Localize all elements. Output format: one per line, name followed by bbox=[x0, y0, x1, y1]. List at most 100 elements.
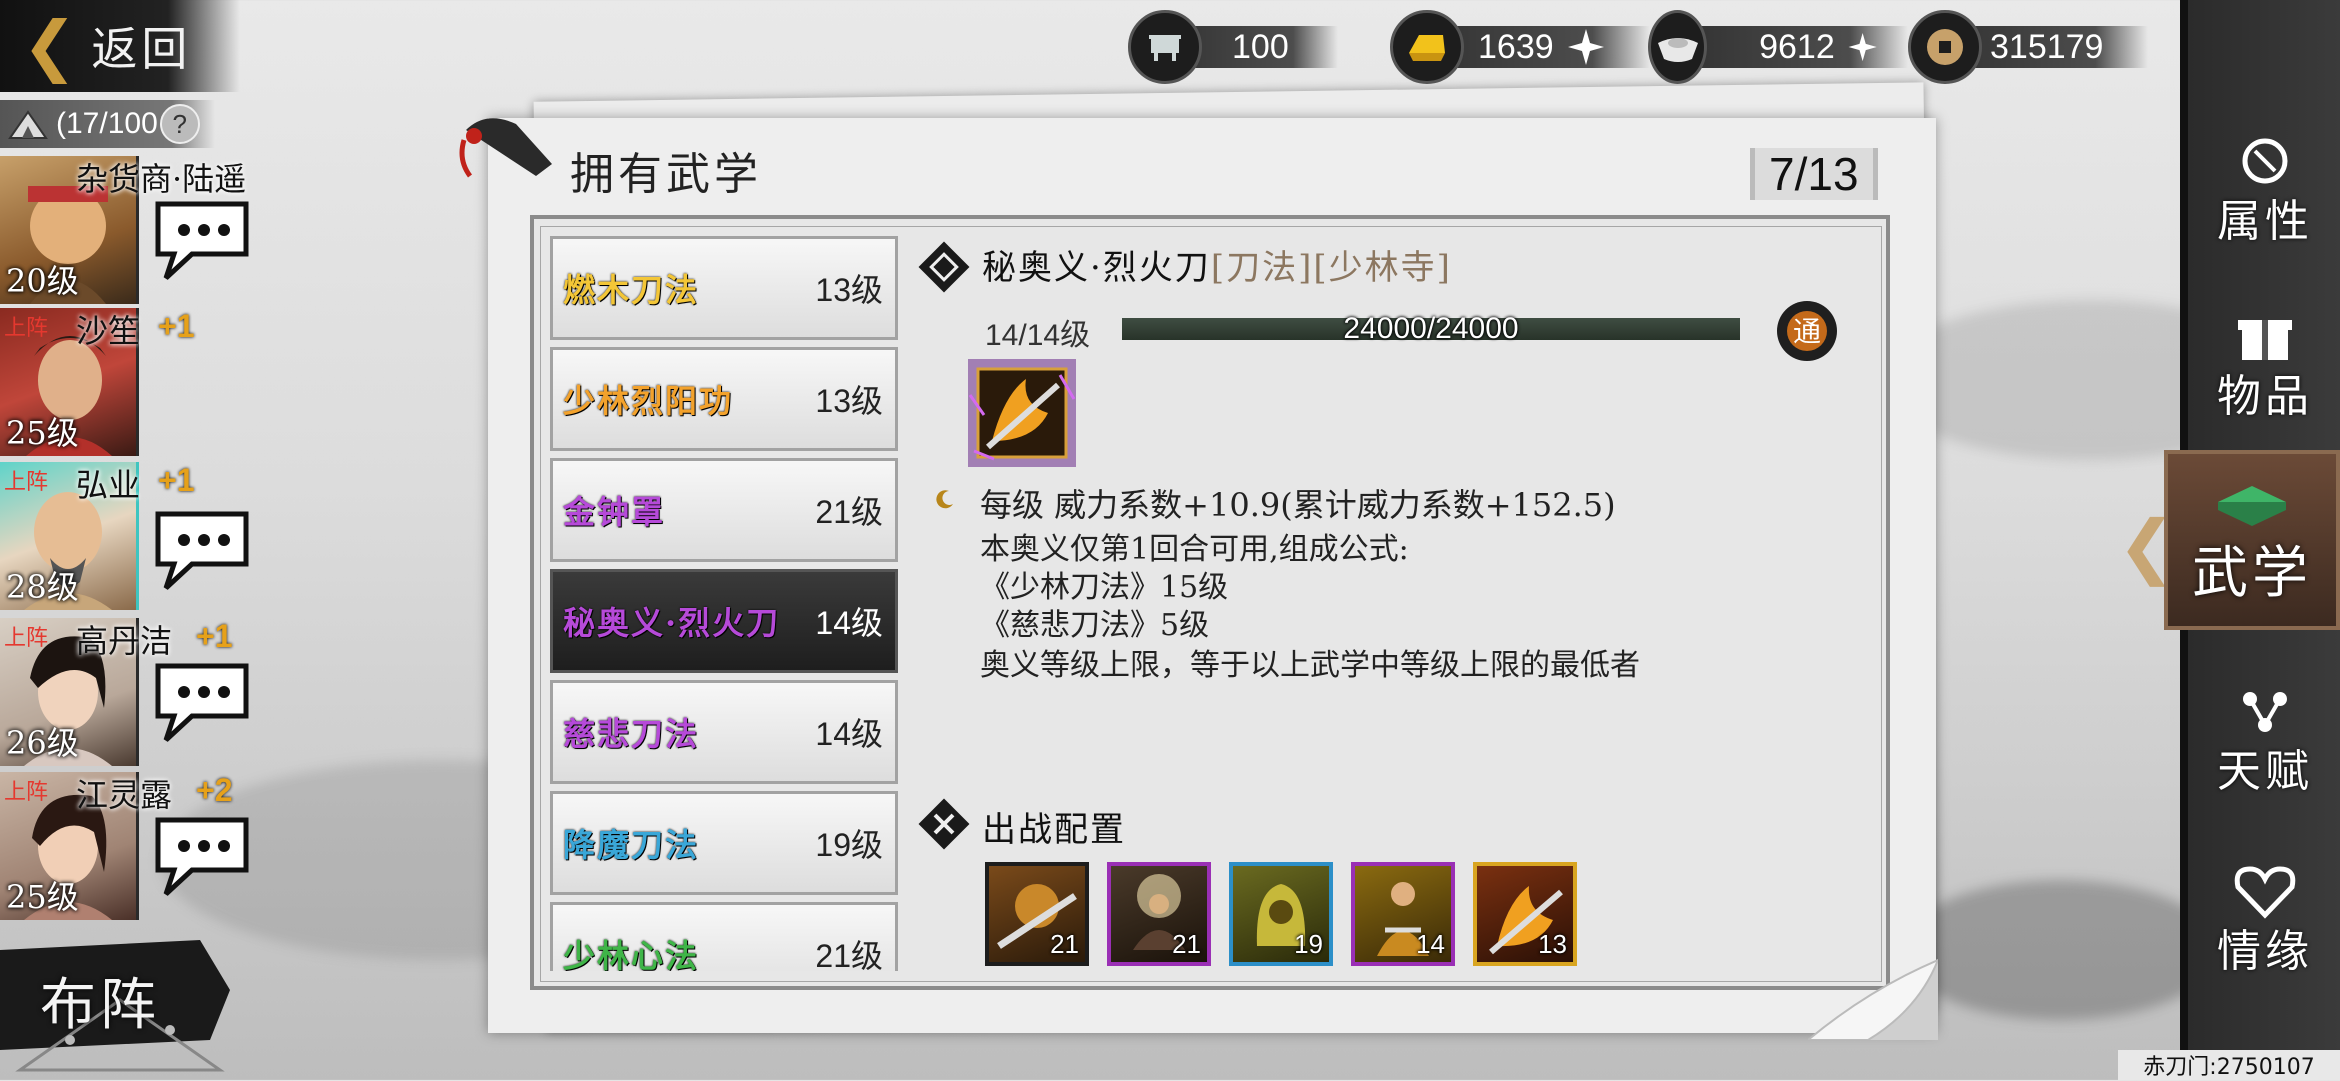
character-name: 江灵露 bbox=[76, 776, 173, 814]
battle-skill-slot[interactable]: 21 bbox=[985, 862, 1089, 966]
nav-attributes[interactable]: 属性 bbox=[2190, 110, 2340, 270]
copper-coin-icon bbox=[1908, 10, 1982, 84]
currency-value: 9612 bbox=[1759, 27, 1835, 66]
panel-title: 拥有武学 bbox=[570, 149, 762, 200]
character-name: 沙笙 bbox=[76, 312, 141, 350]
detail-line: 《慈悲刀法》5级 bbox=[980, 608, 1210, 643]
nav-talents[interactable]: 天赋 bbox=[2190, 660, 2340, 820]
skill-level: 13级 bbox=[815, 383, 883, 419]
character-level: 20级 bbox=[6, 262, 79, 300]
currency-value: 100 bbox=[1232, 27, 1289, 66]
skill-item[interactable]: 降魔刀法 19级 bbox=[550, 791, 898, 895]
skill-item[interactable]: 少林心法 21级 bbox=[550, 902, 898, 971]
nav-label: 物品 bbox=[2217, 371, 2313, 422]
skill-item[interactable]: 慈悲刀法 14级 bbox=[550, 680, 898, 784]
battle-config-title: 出战配置 bbox=[982, 810, 1126, 850]
back-button[interactable]: ❮ 返回 bbox=[0, 0, 240, 92]
formation-label: 布阵 bbox=[40, 973, 160, 1038]
battle-skill-slot[interactable]: 14 bbox=[1351, 862, 1455, 966]
deploy-tag: 上阵 bbox=[4, 626, 49, 651]
tripod-icon bbox=[1128, 10, 1202, 84]
chat-bubble-icon[interactable] bbox=[152, 812, 252, 898]
party-member[interactable]: 上阵 弘业 +1 28级 bbox=[0, 462, 194, 610]
background-hill bbox=[1900, 880, 2220, 1020]
bonus-value: +1 bbox=[158, 308, 195, 344]
character-level: 26级 bbox=[6, 724, 79, 762]
skill-level: 21级 bbox=[815, 494, 883, 530]
silver-ingot-icon bbox=[1648, 10, 1708, 84]
skill-name: 秘奥义·烈火刀 bbox=[563, 604, 781, 642]
skill-name: 慈悲刀法 bbox=[563, 715, 700, 753]
skill-level: 19级 bbox=[815, 827, 883, 863]
skill-item-selected[interactable]: 秘奥义·烈火刀 14级 bbox=[550, 569, 898, 673]
slot-level: 21 bbox=[1050, 929, 1079, 959]
mastery-badge-text: 通 bbox=[1792, 315, 1821, 348]
skill-level: 14级 bbox=[815, 716, 883, 752]
martial-book-icon bbox=[2218, 485, 2286, 526]
help-icon[interactable]: ? bbox=[159, 104, 200, 144]
xp-text: 24000/24000 bbox=[1343, 312, 1519, 345]
party-member[interactable]: 上阵 江灵露 +2 25级 bbox=[0, 772, 232, 920]
crescent-bullet-icon bbox=[936, 490, 953, 509]
currency-stamina: 100 bbox=[1128, 10, 1338, 84]
deploy-tag: 上阵 bbox=[4, 316, 49, 341]
page-curl bbox=[1808, 958, 1938, 1040]
nav-martial-arts[interactable]: 武学 bbox=[2164, 450, 2340, 630]
skill-name: 少林心法 bbox=[563, 937, 700, 971]
deploy-tag: 上阵 bbox=[4, 470, 49, 495]
flame-blade-skill-icon bbox=[968, 359, 1076, 467]
nav-label: 情缘 bbox=[2217, 926, 2313, 977]
skill-detail-tags: [刀法][少林寺] bbox=[1210, 248, 1452, 288]
slot-level: 14 bbox=[1416, 929, 1445, 959]
back-arrow-icon: ❮ bbox=[22, 7, 78, 84]
skill-level: 21级 bbox=[815, 938, 883, 971]
skill-name: 金钟罩 bbox=[563, 493, 666, 531]
add-silver-icon[interactable] bbox=[1847, 27, 1878, 67]
currency-value: 315179 bbox=[1990, 27, 2104, 66]
party-member[interactable]: 杂货商·陆遥 20级 bbox=[0, 156, 246, 304]
bonus-value: +1 bbox=[196, 618, 233, 654]
back-label: 返回 bbox=[91, 22, 192, 76]
character-name: 高丹洁 bbox=[76, 622, 173, 660]
add-gold-icon[interactable] bbox=[1566, 27, 1606, 67]
skill-item[interactable]: 少林烈阳功 13级 bbox=[550, 347, 898, 451]
skill-name: 少林烈阳功 bbox=[563, 382, 734, 420]
skill-item[interactable]: 金钟罩 21级 bbox=[550, 458, 898, 562]
nav-label: 天赋 bbox=[2217, 746, 2313, 797]
slot-level: 13 bbox=[1538, 929, 1567, 959]
currency-silver: 9612 bbox=[1648, 10, 1908, 84]
bonus-value: +1 bbox=[158, 462, 195, 498]
roster-count-text: (17/100 bbox=[56, 107, 158, 140]
roster-count: (17/100 ? bbox=[0, 100, 215, 148]
camp-tent-icon bbox=[8, 110, 48, 139]
skill-detail-title: 秘奥义·烈火刀[刀法][少林寺] bbox=[982, 240, 1452, 289]
attributes-icon bbox=[2242, 138, 2288, 184]
bonus-value: +2 bbox=[196, 772, 233, 808]
formation-button[interactable]: 布阵 bbox=[0, 930, 240, 1080]
gold-ingot-icon bbox=[1390, 10, 1464, 84]
nav-items[interactable]: 物品 bbox=[2190, 285, 2340, 445]
party-member[interactable]: 上阵 高丹洁 +1 26级 bbox=[0, 618, 232, 766]
battle-skill-slot[interactable]: 13 bbox=[1473, 862, 1577, 966]
deploy-tag: 上阵 bbox=[4, 780, 49, 805]
nav-relationships[interactable]: 情缘 bbox=[2190, 840, 2340, 1000]
currency-copper: 315179 bbox=[1908, 10, 2148, 84]
mastery-badge[interactable]: 通 bbox=[1772, 296, 1842, 366]
skill-detail-level: 14/14级 bbox=[985, 319, 1091, 352]
battle-skill-slot[interactable]: 19 bbox=[1229, 862, 1333, 966]
chat-bubble-icon[interactable] bbox=[152, 658, 252, 744]
server-info: 赤刀门:2750107 bbox=[2118, 1050, 2340, 1080]
diamond-section-icon bbox=[918, 241, 970, 293]
party-member[interactable]: 上阵 沙笙 +1 25级 bbox=[0, 308, 194, 456]
chat-bubble-icon[interactable] bbox=[152, 506, 252, 592]
skill-level: 14级 bbox=[815, 605, 883, 641]
chat-bubble-icon[interactable] bbox=[152, 196, 252, 282]
slot-level: 21 bbox=[1172, 929, 1201, 959]
currency-value: 1639 bbox=[1478, 27, 1554, 66]
character-level: 28级 bbox=[6, 568, 79, 606]
battle-skill-slot[interactable]: 21 bbox=[1107, 862, 1211, 966]
currency-gold: 1639 bbox=[1390, 10, 1650, 84]
character-name: 弘业 bbox=[76, 466, 141, 504]
skill-list[interactable]: 燃木刀法 13级 少林烈阳功 13级 金钟罩 21级 秘奥义·烈火刀 14级 慈… bbox=[550, 236, 902, 971]
skill-item[interactable]: 燃木刀法 13级 bbox=[550, 236, 898, 340]
